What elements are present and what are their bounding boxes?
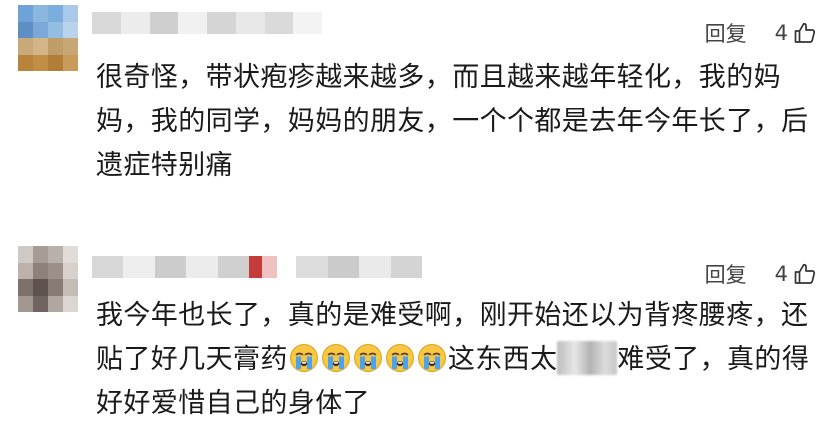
comment-actions: 回复 4: [705, 18, 817, 48]
reply-button[interactable]: 回复: [705, 259, 747, 289]
crying-face-icon: [417, 343, 447, 373]
comment-item-1: 回复 4 很奇怪，带状疱疹越来越多，而且越来越年轻化，我的妈妈，我的同学，妈妈的…: [0, 0, 831, 215]
crying-face-icon: [289, 343, 319, 373]
thumbs-up-icon[interactable]: [793, 21, 817, 45]
like-count: 4: [774, 21, 788, 45]
reply-button[interactable]: 回复: [705, 18, 747, 48]
emoji-row: [288, 344, 448, 375]
comment-item-2: 回复 4 我今年也长了，真的是难受啊，刚开始还以为背疼腰疼，还贴了好几天膏药 这东…: [0, 238, 831, 435]
comment-text: 我今年也长了，真的是难受啊，刚开始还以为背疼腰疼，还贴了好几天膏药 这东西太 难受了…: [96, 294, 818, 426]
thumbs-up-icon[interactable]: [793, 262, 817, 286]
username-blurred[interactable]: [92, 12, 322, 34]
avatar[interactable]: [18, 246, 78, 312]
username-blurred[interactable]: [92, 256, 422, 278]
redacted-blur: [557, 341, 618, 375]
comment-text: 很奇怪，带状疱疹越来越多，而且越来越年轻化，我的妈妈，我的同学，妈妈的朋友，一个…: [96, 62, 809, 181]
crying-face-icon: [321, 343, 351, 373]
comment-actions: 回复 4: [705, 259, 817, 289]
comment-text-part2: 这东西太: [447, 344, 558, 375]
crying-face-icon: [385, 343, 415, 373]
like-count: 4: [774, 262, 788, 286]
avatar[interactable]: [18, 5, 78, 71]
crying-face-icon: [353, 343, 383, 373]
